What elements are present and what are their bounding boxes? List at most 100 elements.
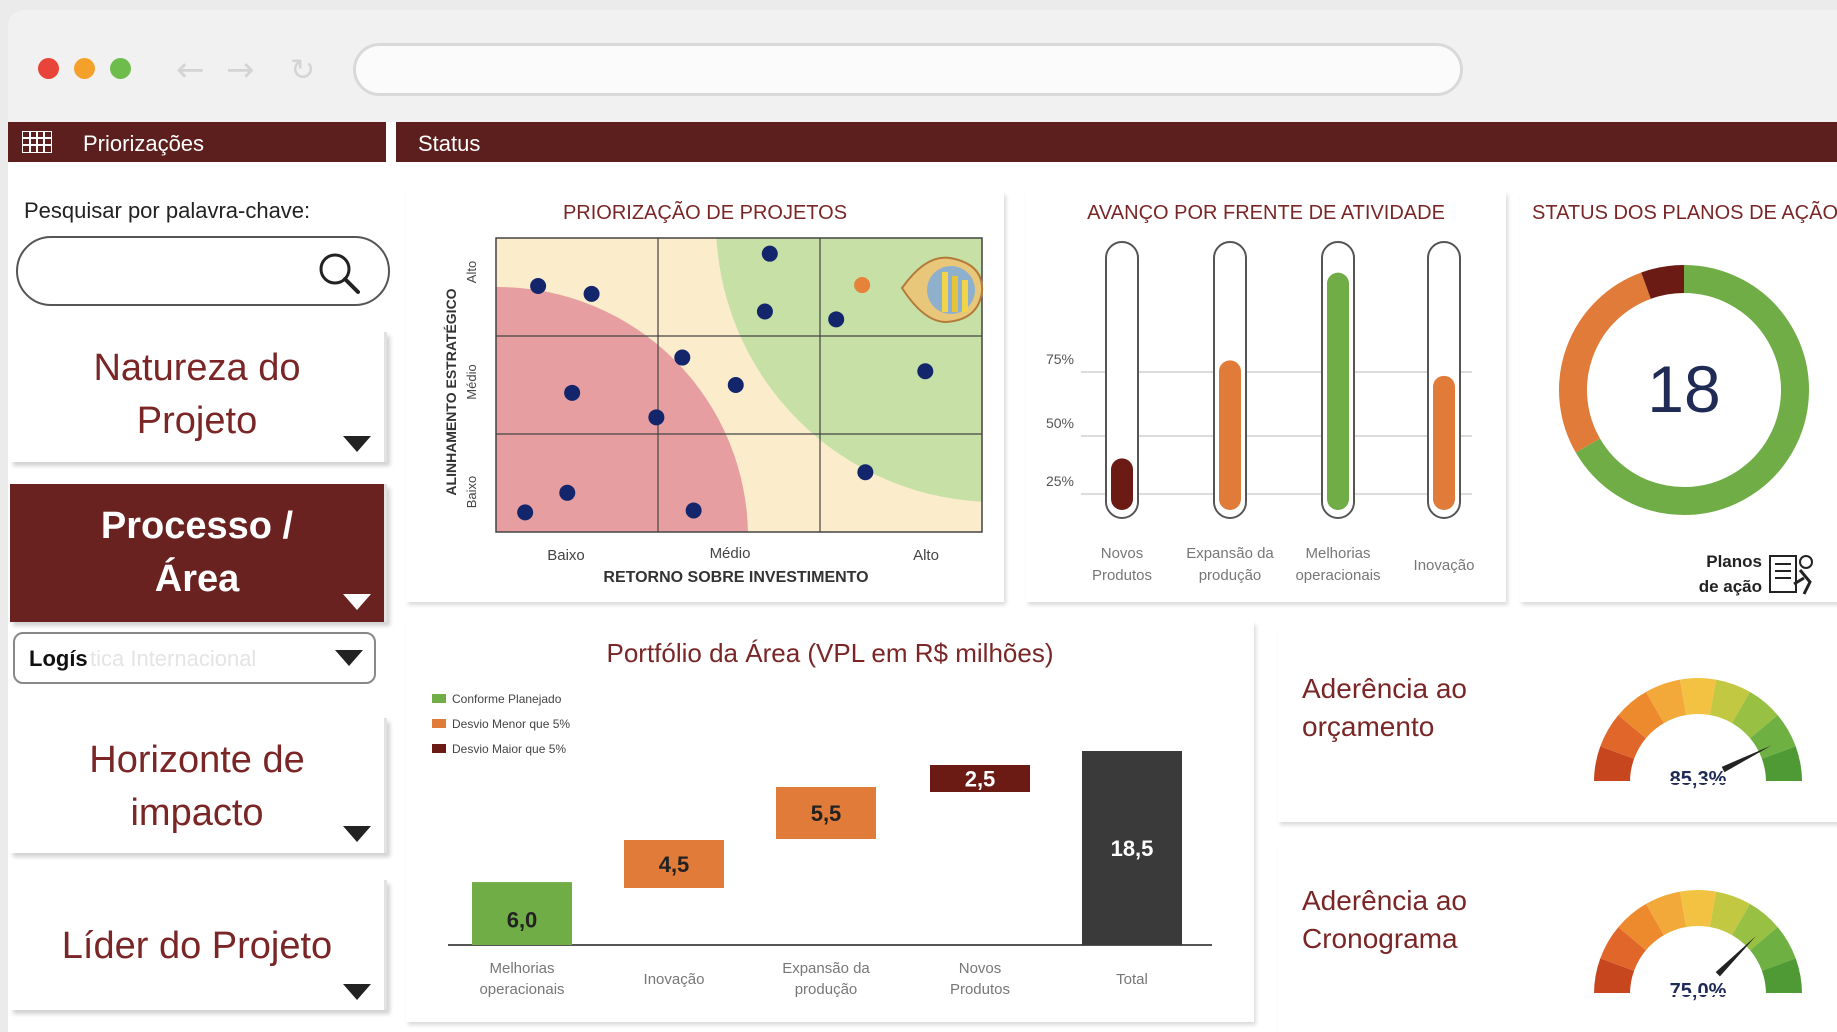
gauge-segment [1600, 715, 1647, 760]
select-suggestion-text: tica Internacional [90, 646, 257, 671]
gauge-segment [1594, 958, 1635, 995]
donut-legend-line2: de ação [1699, 577, 1762, 596]
search-input[interactable] [16, 236, 390, 306]
filter-label-line2: Projeto [136, 400, 258, 442]
close-window-button[interactable] [38, 58, 59, 79]
chevron-down-icon[interactable] [343, 984, 371, 1000]
legend-label: Desvio Menor que 5% [452, 717, 570, 731]
scatter-point[interactable] [559, 484, 576, 501]
scatter-ytick-baixo: Baixo [464, 476, 479, 509]
gauge-cronograma-panel: Aderência ao Cronograma 75,0% [1278, 844, 1837, 1032]
gauge-value: 75,0% [1670, 980, 1727, 1002]
gauge-segment [1761, 958, 1802, 995]
donut-segment[interactable] [1641, 265, 1685, 299]
gauge-value: 85,3% [1670, 768, 1727, 790]
legend-swatch [432, 744, 446, 753]
scatter-xtick-medio: Médio [710, 545, 751, 562]
gauge-segment [1679, 678, 1717, 716]
scatter-point[interactable] [648, 409, 665, 426]
donut-segment[interactable] [1559, 272, 1652, 453]
gauge-segment [1618, 691, 1665, 739]
search-icon[interactable] [316, 250, 362, 296]
status-planos-panel: STATUS DOS PLANOS DE AÇÃO 18 Planos de a… [1520, 192, 1837, 602]
thermo-category-label: produção [1199, 567, 1262, 584]
thermo-category-label: operacionais [1295, 567, 1380, 584]
scatter-point[interactable] [917, 363, 934, 380]
donut-chart: 18 Planos de ação [1559, 265, 1813, 596]
scatter-point[interactable] [756, 303, 773, 320]
scatter-point[interactable] [685, 502, 702, 519]
gauge-segment [1761, 746, 1802, 783]
donut-center-value: 18 [1647, 352, 1720, 426]
scatter-point[interactable] [857, 464, 874, 481]
filter-lider-do-projeto[interactable]: Líder do Projeto [10, 880, 387, 1010]
thermo-fill[interactable] [1219, 360, 1241, 510]
scatter-ylabel: ALINHAMENTO ESTRATÉGICO [443, 288, 459, 495]
thermo-ytick: 25% [1046, 473, 1074, 489]
scatter-xtick-baixo: Baixo [547, 547, 585, 564]
waterfall-category-label: Total [1116, 971, 1148, 988]
gauge-segment [1749, 927, 1796, 972]
gauge-orcamento-panel: Aderência ao orçamento 85,3% [1278, 632, 1837, 822]
filter-label-line1: Processo / [100, 505, 294, 547]
scatter-point[interactable] [530, 278, 547, 295]
gauge-segment [1709, 891, 1750, 936]
action-plan-icon [1769, 555, 1813, 595]
minimize-window-button[interactable] [74, 58, 95, 79]
waterfall-value-label: 4,5 [659, 852, 690, 877]
gauge-label-line1: Aderência ao [1302, 673, 1468, 704]
scatter-point[interactable] [583, 285, 600, 302]
waterfall-category-label: Produtos [950, 981, 1010, 998]
waterfall-category-label: Inovação [644, 971, 705, 988]
forward-arrow-icon[interactable]: → [226, 50, 255, 90]
thermo-fill[interactable] [1111, 458, 1133, 510]
waterfall-category-label: produção [795, 981, 858, 998]
thermo-fill[interactable] [1327, 272, 1349, 510]
header-right-title: Status [418, 131, 481, 156]
waterfall-value-label: 18,5 [1111, 836, 1154, 861]
thermo-category-label: Inovação [1414, 557, 1475, 574]
dashboard: Priorizações Status Pesquisar por palavr… [8, 122, 1837, 1032]
thermo-fill[interactable] [1433, 375, 1455, 510]
scatter-point[interactable] [727, 377, 744, 393]
area-select[interactable]: Logís tica Internacional [13, 632, 376, 684]
status-header: Status [396, 122, 1837, 162]
reload-icon[interactable]: ↻ [290, 53, 315, 88]
thermo-ytick: 50% [1046, 415, 1074, 431]
priorizacoes-header: Priorizações [8, 122, 386, 162]
filter-processo-area[interactable]: Processo / Área [10, 484, 387, 622]
maximize-window-button[interactable] [110, 58, 131, 79]
gauge-segment [1709, 679, 1750, 724]
donut-legend-line1: Planos [1706, 552, 1762, 571]
browser-window: ← → ↻ Priorizações Status Pesquisar por … [8, 10, 1837, 1032]
filter-natureza-do-projeto[interactable]: Natureza do Projeto [10, 332, 387, 462]
thermo-category-label: Expansão da [1186, 545, 1274, 562]
waterfall-category-label: Novos [959, 960, 1002, 977]
chevron-down-icon[interactable] [343, 436, 371, 452]
gauge-label-line2: orçamento [1302, 711, 1435, 742]
scatter-ytick-alto: Alto [464, 261, 479, 283]
chevron-down-icon[interactable] [343, 594, 371, 610]
waterfall-value-label: 2,5 [965, 767, 996, 792]
chevron-down-icon[interactable] [335, 650, 363, 666]
scatter-point[interactable] [828, 311, 845, 328]
scatter-point[interactable] [674, 349, 691, 366]
thermo-ytick: 75% [1046, 351, 1074, 367]
gauge-segment [1679, 890, 1717, 928]
select-typed-text: Logís [29, 646, 88, 671]
scatter-point-highlight[interactable] [854, 277, 871, 294]
waterfall-value-label: 6,0 [507, 908, 538, 933]
gauge-segment [1646, 679, 1687, 724]
back-arrow-icon[interactable]: ← [176, 50, 205, 90]
scatter-point[interactable] [517, 504, 534, 521]
gauge-segment [1731, 691, 1778, 739]
gauge-segment [1618, 903, 1665, 951]
scatter-point[interactable] [564, 384, 581, 401]
scatter-xlabel: RETORNO SOBRE INVESTIMENTO [603, 569, 868, 586]
scatter-point[interactable] [761, 245, 778, 262]
address-bar[interactable] [353, 43, 1463, 96]
gauge-segment [1594, 746, 1635, 783]
waterfall-value-label: 5,5 [811, 801, 842, 826]
chevron-down-icon[interactable] [343, 826, 371, 842]
filter-horizonte-de-impacto[interactable]: Horizonte de impacto [10, 718, 387, 853]
